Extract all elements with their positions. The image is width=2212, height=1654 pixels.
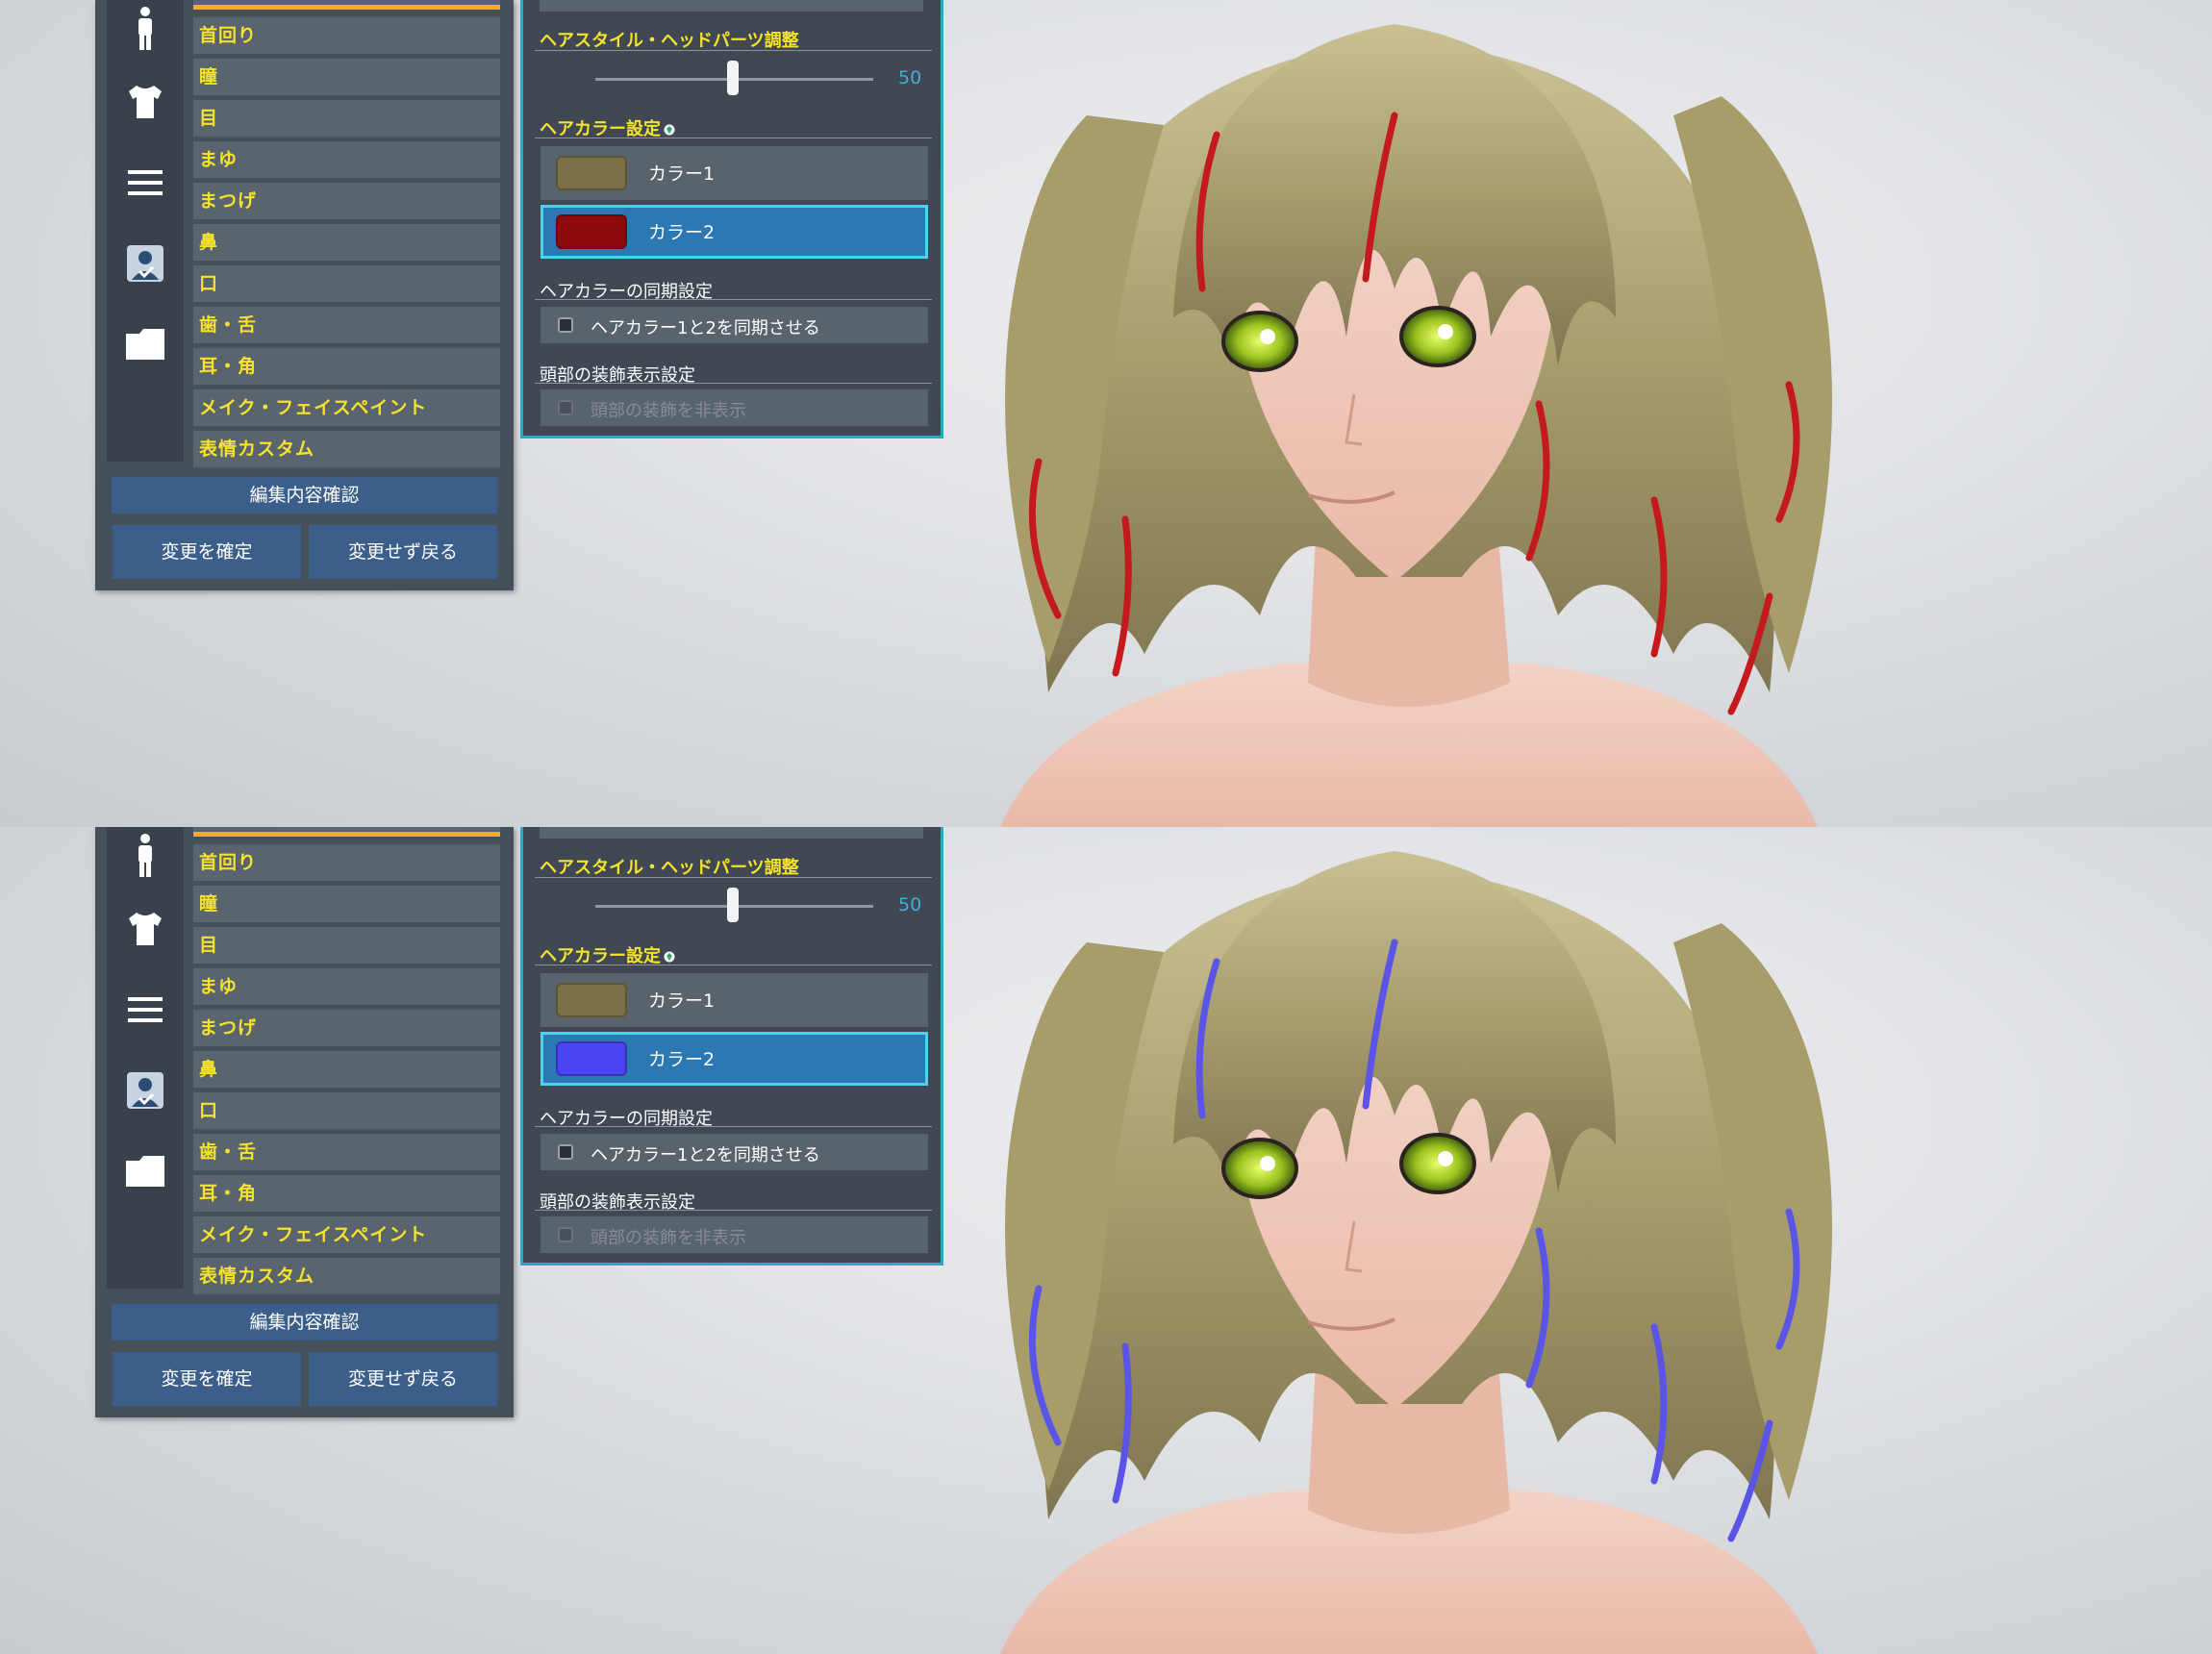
haircolor-title-text: ヘアカラー設定 (540, 119, 661, 139)
divider (535, 877, 932, 878)
hairstyle-slider-thumb[interactable] (727, 888, 739, 922)
sync-colors-label: ヘアカラー1と2を同期させる (591, 1145, 820, 1165)
category-icon-column (107, 0, 184, 462)
previous-row-stub (540, 0, 923, 12)
hairstyle-section-title: ヘアスタイル・ヘッドパーツ調整 (540, 858, 799, 878)
confirm-edit-button[interactable]: 編集内容確認 (112, 477, 497, 514)
hair-color-1-label: カラー1 (648, 163, 716, 185)
hide-decor-row: 頭部の装飾を非表示 (540, 1216, 928, 1253)
menu-item[interactable]: メイク・フェイスペイント (193, 1216, 500, 1253)
hair-color-2-label: カラー2 (648, 222, 716, 243)
folder-icon[interactable] (107, 306, 184, 383)
hair-color-2-swatch[interactable] (556, 1041, 627, 1076)
menu-item[interactable]: 耳・角 (193, 1175, 500, 1212)
shirt-icon[interactable] (107, 890, 184, 967)
face-profile-icon[interactable] (107, 225, 184, 302)
menu-item[interactable]: 目 (193, 100, 500, 137)
screenshot-top: 首回り瞳目まゆまつげ鼻口歯・舌耳・角メイク・フェイスペイント 表情カスタム 編集内… (0, 0, 2212, 827)
menu-item[interactable]: 目 (193, 927, 500, 964)
menu-item[interactable]: 鼻 (193, 1051, 500, 1088)
hair-color-1-row[interactable]: カラー1 (540, 973, 928, 1027)
face-profile-icon[interactable] (107, 1052, 184, 1129)
hair-color-2-row[interactable]: カラー2 (540, 205, 928, 259)
hide-decor-row: 頭部の装飾を非表示 (540, 389, 928, 426)
folder-icon[interactable] (107, 1133, 184, 1210)
menu-item[interactable]: 歯・舌 (193, 307, 500, 343)
gem-icon (664, 951, 675, 963)
confirm-edit-button[interactable]: 編集内容確認 (112, 1304, 497, 1341)
menu-item[interactable]: 首回り (193, 844, 500, 881)
part-menu: 首回り瞳目まゆまつげ鼻口歯・舌耳・角メイク・フェイスペイント 表情カスタム 編集内… (95, 0, 514, 590)
menu-item[interactable]: まゆ (193, 968, 500, 1005)
menu-top-tab (193, 827, 500, 837)
hairstyle-slider-thumb[interactable] (727, 61, 739, 95)
category-icon-column (107, 827, 184, 1289)
hairstyle-slider-value: 50 (898, 894, 922, 915)
character-preview (943, 0, 1885, 827)
divider (535, 1126, 932, 1127)
hairstyle-slider-value: 50 (898, 67, 922, 88)
menu-item[interactable]: まつげ (193, 183, 500, 219)
menu-lines-icon[interactable] (107, 971, 184, 1048)
character-illustration (1000, 24, 1832, 827)
hair-color-2-row[interactable]: カラー2 (540, 1032, 928, 1086)
hair-color-1-label: カラー1 (648, 990, 716, 1012)
apply-changes-button[interactable]: 変更を確定 (113, 1352, 301, 1406)
menu-item[interactable]: 歯・舌 (193, 1134, 500, 1170)
hair-color-1-swatch[interactable] (556, 983, 627, 1017)
part-menu: 首回り瞳目まゆまつげ鼻口歯・舌耳・角メイク・フェイスペイント 表情カスタム 編集内… (95, 827, 514, 1417)
menu-item[interactable]: まつげ (193, 1010, 500, 1046)
hide-decor-checkbox (558, 1227, 573, 1242)
menu-item[interactable]: 鼻 (193, 224, 500, 261)
menu-item[interactable]: 口 (193, 1092, 500, 1129)
divider (535, 1210, 932, 1211)
menu-item[interactable]: 耳・角 (193, 348, 500, 385)
apply-changes-button[interactable]: 変更を確定 (113, 525, 301, 579)
hair-color-2-swatch[interactable] (556, 214, 627, 249)
body-icon[interactable] (107, 0, 184, 60)
sync-colors-row[interactable]: ヘアカラー1と2を同期させる (540, 307, 928, 343)
haircolor-title-text: ヘアカラー設定 (540, 946, 661, 966)
hide-decor-label: 頭部の装飾を非表示 (591, 1228, 746, 1248)
sync-colors-label: ヘアカラー1と2を同期させる (591, 318, 820, 338)
hair-color-2-label: カラー2 (648, 1049, 716, 1070)
hide-decor-label: 頭部の装飾を非表示 (591, 401, 746, 421)
screenshot-bottom: 首回り瞳目まゆまつげ鼻口歯・舌耳・角メイク・フェイスペイント 表情カスタム 編集内… (0, 827, 2212, 1654)
shirt-icon[interactable] (107, 63, 184, 140)
character-preview (943, 827, 1885, 1654)
menu-item[interactable]: 瞳 (193, 59, 500, 95)
menu-item[interactable]: 口 (193, 265, 500, 302)
previous-row-stub (540, 827, 923, 839)
menu-item[interactable]: 表情カスタム (193, 431, 500, 467)
menu-item[interactable]: 表情カスタム (193, 1258, 500, 1294)
menu-item[interactable]: メイク・フェイスペイント (193, 389, 500, 426)
hide-decor-checkbox (558, 400, 573, 415)
revert-changes-button[interactable]: 変更せず戻る (309, 1352, 497, 1406)
divider (535, 299, 932, 300)
menu-item[interactable]: 首回り (193, 17, 500, 54)
divider (535, 383, 932, 384)
body-icon[interactable] (107, 827, 184, 887)
menu-item[interactable]: まゆ (193, 141, 500, 178)
divider (535, 50, 932, 51)
character-illustration (1000, 851, 1832, 1654)
sync-colors-row[interactable]: ヘアカラー1と2を同期させる (540, 1134, 928, 1170)
hairstyle-section-title: ヘアスタイル・ヘッドパーツ調整 (540, 31, 799, 51)
hair-color-1-row[interactable]: カラー1 (540, 146, 928, 200)
gem-icon (664, 124, 675, 136)
hair-settings-panel: ヘアスタイル・ヘッドパーツ調整 50 ヘアカラー設定 カラー1 カラー2 ヘアカ… (520, 0, 943, 439)
sync-colors-checkbox[interactable] (558, 1144, 573, 1160)
menu-lines-icon[interactable] (107, 144, 184, 221)
sync-colors-checkbox[interactable] (558, 317, 573, 333)
hair-settings-panel: ヘアスタイル・ヘッドパーツ調整 50 ヘアカラー設定 カラー1 カラー2 ヘアカ… (520, 827, 943, 1266)
menu-top-tab (193, 0, 500, 10)
menu-item[interactable]: 瞳 (193, 886, 500, 922)
revert-changes-button[interactable]: 変更せず戻る (309, 525, 497, 579)
hair-color-1-swatch[interactable] (556, 156, 627, 190)
